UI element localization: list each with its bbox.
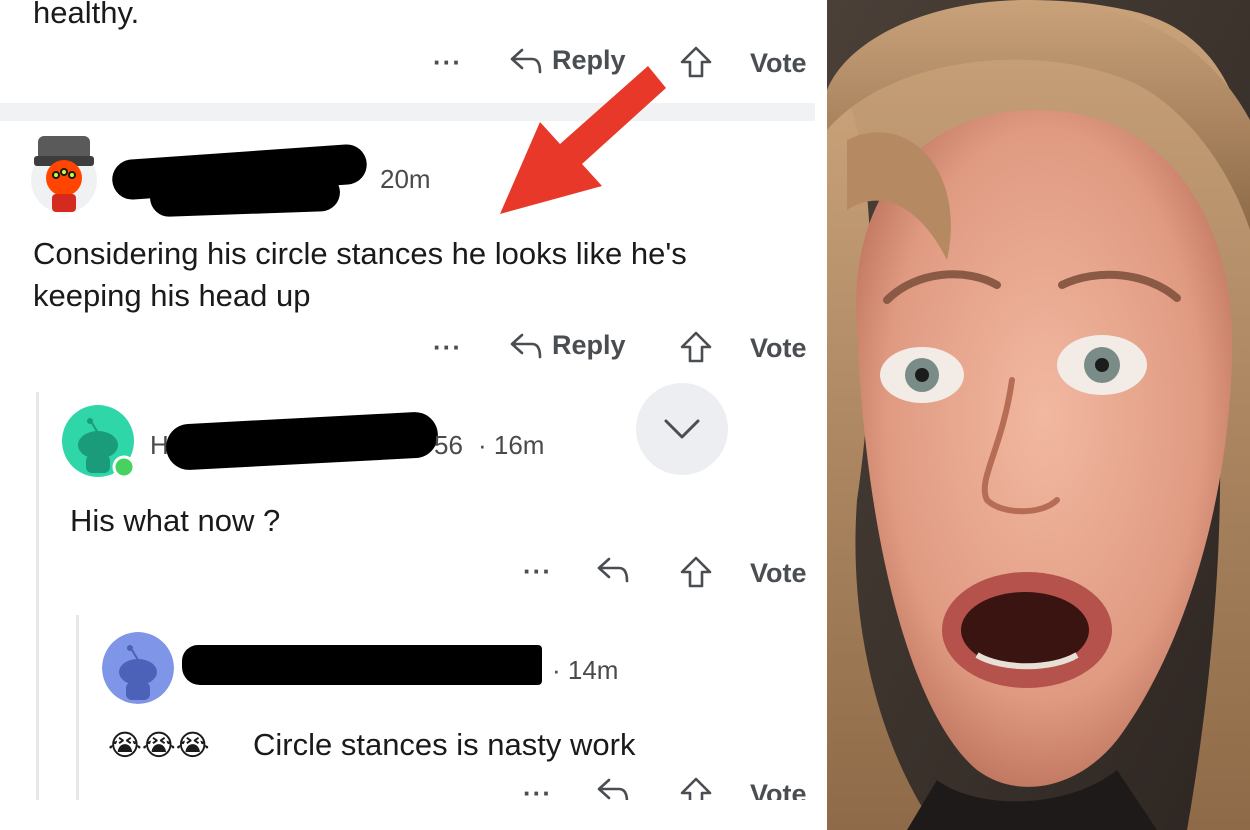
shocked-woman-image (827, 0, 1250, 830)
vote-label: Vote (750, 557, 807, 588)
collapse-thread-button[interactable] (636, 383, 728, 475)
upvote-icon (680, 46, 712, 78)
emoji-reaction: 😭😭😭 (108, 728, 210, 762)
snoo-avatar-icon (102, 632, 174, 704)
comment-text: Considering his circle stances he looks … (33, 236, 687, 271)
more-options-button[interactable]: ··· (433, 332, 462, 363)
comment-text: Circle stances is nasty work (253, 727, 636, 762)
upvote-icon (680, 556, 712, 588)
comment-time: · 16m (478, 430, 545, 460)
snoo-avatar-icon (62, 405, 136, 479)
chevron-down-icon (664, 419, 700, 439)
upvote-button[interactable]: Vote (678, 45, 807, 81)
vote-label: Vote (750, 332, 807, 363)
snoo-avatar-icon (31, 136, 97, 213)
upvote-button[interactable]: Vote (678, 555, 807, 591)
avatar[interactable] (28, 128, 100, 214)
redacted-username-scribble (149, 172, 341, 218)
annotation-arrow-icon (500, 66, 666, 214)
section-divider (0, 103, 815, 121)
comment-thread-screenshot: healthy. ··· Reply Vote 20m Considering … (0, 0, 815, 830)
reply-icon (597, 557, 629, 583)
comment-text-line2: keeping his head up (33, 278, 311, 313)
upvote-icon (680, 331, 712, 363)
vote-label: Vote (750, 47, 807, 78)
reply-button[interactable] (595, 555, 631, 585)
avatar[interactable] (102, 632, 174, 704)
more-options-button[interactable]: ··· (433, 47, 462, 78)
post-text-truncated: healthy. (33, 0, 140, 30)
comment-time: 20m (380, 164, 431, 194)
reaction-photo (827, 0, 1250, 830)
redacted-username (164, 410, 440, 472)
reply-label: Reply (552, 330, 626, 360)
comment-text: His what now ? (70, 503, 281, 538)
thread-line[interactable] (36, 392, 39, 802)
crop-mask (0, 800, 815, 830)
more-options-button[interactable]: ··· (523, 556, 552, 587)
thread-line[interactable] (76, 615, 79, 805)
upvote-button[interactable]: Vote (678, 330, 807, 366)
image-gutter (815, 0, 827, 830)
avatar[interactable] (62, 405, 138, 481)
username-fragment-end: 56 (434, 430, 463, 460)
redacted-username (182, 645, 542, 685)
reply-button[interactable]: Reply (508, 330, 626, 361)
comment-time: · 14m (552, 655, 619, 685)
reply-icon (510, 333, 542, 358)
